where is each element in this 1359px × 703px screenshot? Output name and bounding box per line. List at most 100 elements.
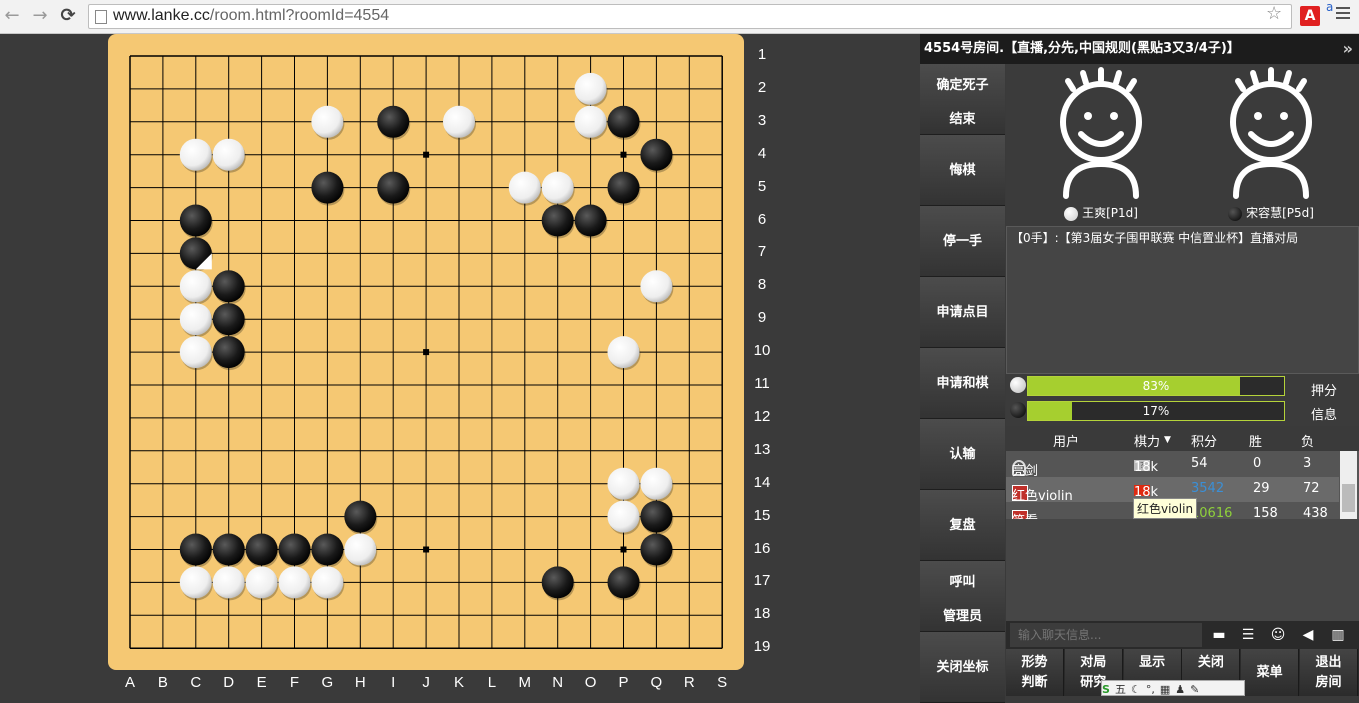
black-stone: [377, 171, 410, 204]
keyboard-icon[interactable]: ▦: [1160, 683, 1170, 696]
white-stone: [344, 533, 377, 566]
scroll-thumb[interactable]: [1342, 484, 1355, 512]
white-stone: [607, 467, 640, 500]
star-point: [620, 151, 627, 158]
hide-coords-button[interactable]: 关闭坐标: [920, 632, 1005, 703]
wrench-icon[interactable]: ✎: [1190, 683, 1199, 696]
address-bar[interactable]: www.lanke.cc/room.html?roomId=4554: [88, 4, 1292, 29]
browser-menu-icon[interactable]: [1336, 7, 1350, 22]
resign-button[interactable]: 认输: [920, 419, 1005, 490]
ime-mode[interactable]: 五: [1115, 681, 1126, 697]
back-icon[interactable]: ←: [0, 4, 24, 28]
white-stone: [574, 72, 607, 105]
user-icon[interactable]: ♟: [1175, 683, 1185, 696]
emoji-icon[interactable]: ☺: [1269, 626, 1287, 644]
info-button[interactable]: 信息: [1304, 404, 1344, 423]
sort-down-icon[interactable]: ▼: [1164, 435, 1171, 445]
pass-button[interactable]: 停一手: [920, 206, 1005, 277]
win-rate-panel: 83% 17% 押分 信息: [1006, 374, 1359, 426]
black-stone: [541, 204, 574, 237]
black-win-label: 17%: [1142, 404, 1170, 418]
bookmark-star-icon[interactable]: ☆: [1266, 3, 1282, 24]
room-title-text: 4554号房间.【直播,分先,中国规则(黑贴3又3/4子)】: [924, 41, 1240, 56]
button-label: 管理员: [942, 609, 982, 624]
column-label: A: [124, 674, 135, 691]
extension-icon[interactable]: A: [1300, 6, 1320, 26]
white-stone: [574, 105, 607, 138]
user-score: 10616: [1191, 506, 1233, 519]
chat-message: 【0手】:【第3届女子围甲联赛 中信置业杯】直播对局: [1011, 231, 1299, 245]
black-stone: [278, 533, 311, 566]
situation-button[interactable]: 形势 判断: [1006, 649, 1064, 696]
black-player: 宋容慧[P5d]: [1196, 64, 1346, 226]
black-player-name: 宋容慧[P5d]: [1246, 206, 1314, 220]
go-board[interactable]: [108, 34, 744, 670]
replay-button[interactable]: 复盘: [920, 490, 1005, 561]
black-stone: [311, 171, 344, 204]
black-stone: [212, 533, 245, 566]
black-stone: [179, 204, 212, 237]
white-player-name: 王爽[P1d]: [1082, 206, 1138, 220]
star-point: [423, 349, 430, 356]
user-tooltip: 红色violin: [1133, 498, 1198, 519]
board-grid[interactable]: [108, 34, 744, 670]
white-stone: [179, 270, 212, 303]
black-stone: [212, 336, 245, 369]
bet-button[interactable]: 押分: [1304, 380, 1344, 399]
black-stone: [212, 303, 245, 336]
chat-bubble-icon[interactable]: ▬: [1210, 626, 1228, 644]
megaphone-icon[interactable]: ◀: [1299, 626, 1317, 644]
header-win[interactable]: 胜: [1249, 431, 1262, 450]
button-label: 关闭: [1197, 655, 1224, 670]
ime-logo-icon[interactable]: S: [1102, 683, 1110, 696]
button-label: 形势: [1021, 655, 1048, 670]
button-label: 房间: [1315, 675, 1342, 690]
button-label: 呼叫: [949, 575, 976, 590]
row-label: 14: [753, 473, 771, 491]
chat-input[interactable]: [1010, 623, 1202, 647]
header-rank[interactable]: 棋力: [1134, 431, 1160, 450]
row-label: 10: [753, 342, 771, 360]
white-stone: [179, 303, 212, 336]
undo-button[interactable]: 悔棋: [920, 135, 1005, 206]
list-icon[interactable]: ☰: [1239, 626, 1257, 644]
header-score[interactable]: 积分: [1191, 431, 1217, 450]
header-lose[interactable]: 负: [1301, 431, 1314, 450]
url-path: /room.html?roomId=4554: [209, 7, 390, 24]
star-point: [423, 546, 430, 553]
call-admin-button[interactable]: 呼叫 管理员: [920, 561, 1005, 632]
ime-toolbar[interactable]: S 五 ☾ °, ▦ ♟ ✎: [1101, 680, 1245, 696]
row-label: 8: [757, 276, 767, 294]
request-count-button[interactable]: 申请点目: [920, 277, 1005, 348]
collapse-icon[interactable]: »: [1343, 34, 1353, 64]
white-stone: [311, 105, 344, 138]
user-wins: 29: [1253, 481, 1270, 496]
row-label: 12: [753, 407, 771, 425]
menu-button[interactable]: 菜单: [1241, 649, 1300, 696]
forward-icon[interactable]: →: [28, 4, 52, 28]
user-row[interactable]: 亮剑? 18k 54 0 3: [1006, 452, 1339, 479]
reload-icon[interactable]: ⟳: [56, 4, 80, 28]
row-label: 1: [757, 46, 767, 63]
user-name: 笑看: [1012, 510, 1038, 519]
button-label: 结束: [949, 112, 976, 127]
empty-area: [1006, 519, 1359, 621]
moon-icon[interactable]: ☾: [1131, 683, 1141, 696]
confirm-dead-button[interactable]: 确定死子 结束: [920, 64, 1005, 135]
row-label: 4: [757, 144, 767, 162]
button-label: 显示: [1139, 655, 1166, 670]
punctuation-icon[interactable]: °,: [1146, 683, 1155, 696]
header-user[interactable]: 用户: [1053, 431, 1079, 450]
star-point: [620, 546, 627, 553]
leave-room-button[interactable]: 退出 房间: [1300, 649, 1358, 696]
request-draw-button[interactable]: 申请和棋: [920, 348, 1005, 419]
button-label: 对局: [1080, 655, 1107, 670]
button-label: 认输: [949, 447, 976, 462]
players-panel: 王爽[P1d] 宋容慧[P5d]: [1006, 64, 1359, 226]
chat-log: 【0手】:【第3届女子围甲联赛 中信置业杯】直播对局: [1006, 226, 1359, 374]
trash-icon[interactable]: ▥: [1329, 626, 1347, 644]
black-stone: [607, 105, 640, 138]
column-label: B: [157, 674, 168, 691]
white-stone: [212, 566, 245, 599]
user-wins: 158: [1253, 506, 1278, 519]
